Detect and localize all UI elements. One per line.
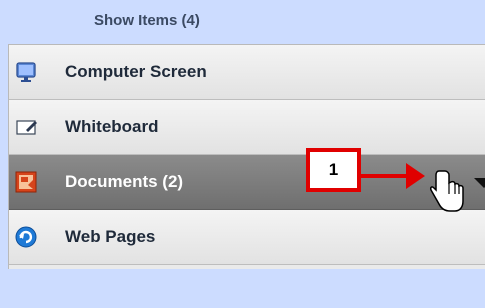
item-label: Web Pages bbox=[65, 227, 156, 246]
refresh-globe-icon bbox=[15, 226, 37, 248]
list-item-whiteboard[interactable]: Whiteboard bbox=[9, 100, 485, 155]
hand-cursor-icon bbox=[430, 170, 464, 212]
item-label: Computer Screen bbox=[65, 62, 207, 81]
callout-number: 1 bbox=[328, 160, 339, 179]
items-panel: Computer Screen Whiteboard Documents (2) bbox=[8, 44, 485, 269]
document-icon bbox=[15, 171, 37, 193]
whiteboard-icon bbox=[15, 116, 37, 138]
list-item-computer-screen[interactable]: Computer Screen bbox=[9, 45, 485, 100]
list-item-web-pages[interactable]: Web Pages bbox=[9, 210, 485, 265]
annotation-arrow-icon bbox=[359, 163, 425, 189]
show-items-label: Show Items (4) bbox=[94, 12, 200, 29]
callout-number-box: 1 bbox=[306, 148, 361, 192]
dropdown-arrow-icon[interactable] bbox=[474, 178, 485, 188]
show-items-header: Show Items (4) bbox=[0, 0, 485, 43]
monitor-icon bbox=[15, 61, 37, 83]
item-label: Documents (2) bbox=[65, 172, 184, 191]
item-label: Whiteboard bbox=[65, 117, 159, 136]
